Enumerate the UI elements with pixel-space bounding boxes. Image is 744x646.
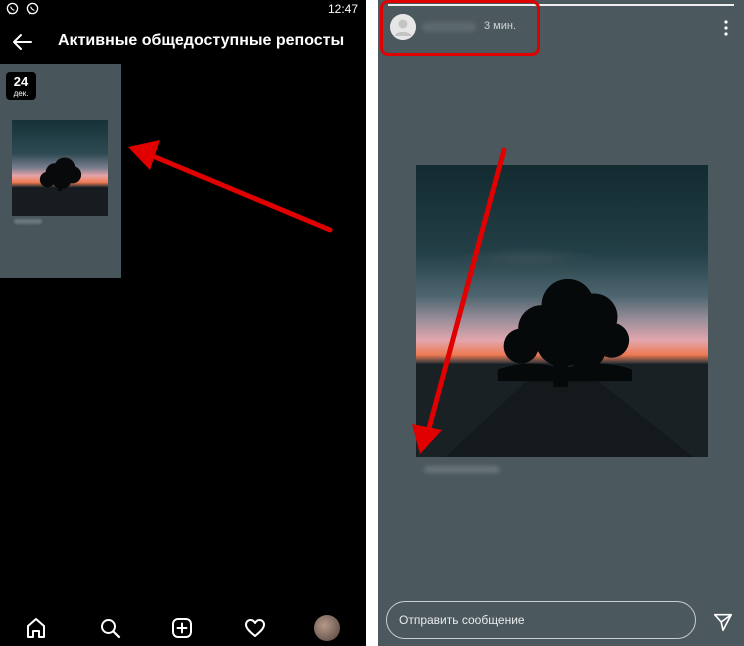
arrow-left-icon[interactable] [10,30,34,54]
archive-story-card[interactable]: 24 дек. [0,64,121,278]
paper-plane-icon[interactable] [712,611,734,633]
blurred-author [14,219,42,224]
annotation-highlight-frame [380,0,540,56]
page-header: Активные общедоступные репосты [0,22,366,62]
page-title: Активные общедоступные репосты [58,32,345,49]
bottom-navigation [0,610,366,646]
left-screen: 12:47 Активные общедоступные репосты 24 … [0,0,366,646]
story-photo [416,165,708,457]
right-screen: 3 мин. [378,0,744,646]
viber-icon [6,2,19,15]
heart-icon[interactable] [243,616,267,640]
date-month: дек. [13,89,29,98]
home-icon[interactable] [24,616,48,640]
blurred-caption [424,466,500,473]
date-badge: 24 дек. [6,72,36,100]
date-day: 24 [13,74,29,89]
reply-message-input[interactable] [387,602,695,638]
status-bar: 12:47 [0,0,366,18]
more-vertical-icon[interactable] [718,16,734,40]
viber-icon [26,2,39,15]
add-post-icon[interactable] [170,616,194,640]
story-thumbnail [12,120,108,216]
profile-avatar[interactable] [314,615,340,641]
status-time: 12:47 [327,2,358,16]
reply-box [386,601,696,639]
search-icon[interactable] [98,616,122,640]
